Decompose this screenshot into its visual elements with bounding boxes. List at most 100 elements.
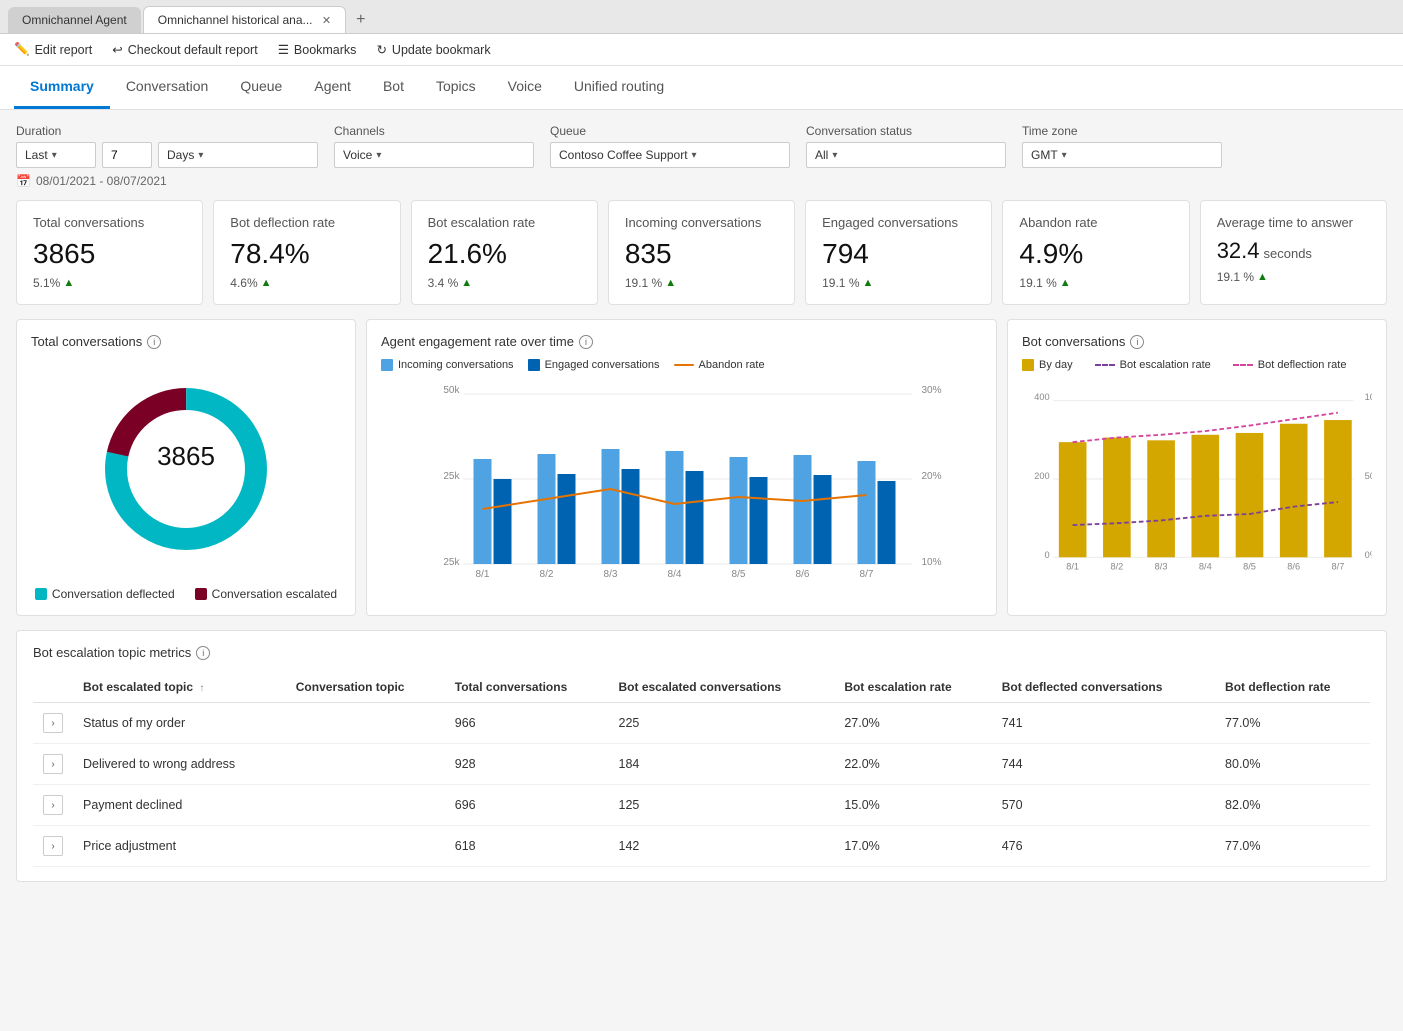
deflected-color-dot [35,588,47,600]
trend-up-icon: ▲ [1257,271,1268,283]
bookmarks-button[interactable]: ☰ Bookmarks [278,42,357,57]
th-total-conversations: Total conversations [445,672,609,703]
expand-cell: › [33,785,73,826]
topic-cell: Payment declined [73,785,286,826]
table-header-row: Bot escalated topic ↑ Conversation topic… [33,672,1370,703]
nav-tab-unified-routing[interactable]: Unified routing [558,66,680,109]
edit-report-button[interactable]: ✏️ Edit report [14,42,92,57]
table-scroll-area[interactable]: Bot escalated topic ↑ Conversation topic… [33,672,1370,867]
svg-text:8/1: 8/1 [476,569,490,579]
total-conversations-chart: Total conversations i 3865 Conversation … [16,319,356,616]
channels-select[interactable]: Voice ▾ [334,142,534,168]
add-tab-button[interactable]: + [348,7,373,33]
info-icon[interactable]: i [579,335,593,349]
checkout-default-button[interactable]: ↩ Checkout default report [112,42,257,57]
svg-text:8/3: 8/3 [604,569,618,579]
agent-engagement-svg: 50k 25k 25k 30% 20% 10% [381,379,982,579]
chevron-down-icon: ▾ [376,150,381,161]
th-bot-deflected-conversations: Bot deflected conversations [992,672,1215,703]
agent-engagement-chart: Agent engagement rate over time i Incomi… [366,319,997,616]
expand-row-button[interactable]: › [43,795,63,815]
chevron-down-icon: ▾ [198,150,203,161]
kpi-card-engaged-conversations: Engaged conversations 794 19.1 % ▲ [805,200,992,305]
date-range-display: 📅 08/01/2021 - 08/07/2021 [16,174,1387,188]
agent-chart-legend: Incoming conversations Engaged conversat… [381,359,982,371]
svg-text:8/4: 8/4 [1199,561,1212,571]
duration-value-input[interactable] [102,142,152,168]
svg-text:50k: 50k [443,385,460,396]
conv-topic-cell [286,785,445,826]
trend-up-icon: ▲ [1060,277,1071,289]
expand-row-button[interactable]: › [43,754,63,774]
kpi-card-incoming-conversations: Incoming conversations 835 19.1 % ▲ [608,200,795,305]
th-bot-escalation-rate: Bot escalation rate [834,672,991,703]
def-rate-cell: 77.0% [1215,703,1370,744]
duration-unit-select[interactable]: Days ▾ [158,142,318,168]
esc-rate-cell: 15.0% [834,785,991,826]
tab-omnichannel-historical[interactable]: Omnichannel historical ana... ✕ [143,6,346,33]
kpi-card-total-conversations: Total conversations 3865 5.1% ▲ [16,200,203,305]
chevron-down-icon: ▾ [52,150,57,161]
svg-text:8/7: 8/7 [860,569,874,579]
conv-topic-cell [286,703,445,744]
tab-omnichannel-agent[interactable]: Omnichannel Agent [8,7,141,33]
def-rate-line [1233,364,1253,366]
donut-chart-container: 3865 Conversation deflected Conversation… [31,359,341,601]
update-bookmark-button[interactable]: ↻ Update bookmark [376,42,490,57]
deflected-cell: 741 [992,703,1215,744]
table-row: › Payment declined 696 125 15.0% 570 82.… [33,785,1370,826]
expand-row-button[interactable]: › [43,713,63,733]
timezone-filter: Time zone GMT ▾ [1022,124,1222,168]
duration-prefix-select[interactable]: Last ▾ [16,142,96,168]
info-icon[interactable]: i [196,646,210,660]
topic-cell: Status of my order [73,703,286,744]
deflected-cell: 476 [992,826,1215,867]
kpi-card-bot-deflection-rate: Bot deflection rate 78.4% 4.6% ▲ [213,200,400,305]
nav-tab-bot[interactable]: Bot [367,66,420,109]
svg-text:8/3: 8/3 [1155,561,1168,571]
def-rate-cell: 80.0% [1215,744,1370,785]
trend-up-icon: ▲ [665,277,676,289]
trend-up-icon: ▲ [862,277,873,289]
svg-text:8/2: 8/2 [540,569,554,579]
expand-row-button[interactable]: › [43,836,63,856]
svg-text:25k: 25k [443,557,460,568]
queue-select[interactable]: Contoso Coffee Support ▾ [550,142,790,168]
nav-tab-voice[interactable]: Voice [492,66,558,109]
conv-status-select[interactable]: All ▾ [806,142,1006,168]
svg-text:8/7: 8/7 [1332,561,1345,571]
def-rate-cell: 77.0% [1215,826,1370,867]
th-bot-escalated-topic[interactable]: Bot escalated topic ↑ [73,672,286,703]
browser-tabs: Omnichannel Agent Omnichannel historical… [0,0,1403,34]
svg-text:8/6: 8/6 [796,569,810,579]
nav-tab-topics[interactable]: Topics [420,66,492,109]
escalated-cell: 142 [609,826,835,867]
total-cell: 966 [445,703,609,744]
timezone-select[interactable]: GMT ▾ [1022,142,1222,168]
topic-cell: Price adjustment [73,826,286,867]
svg-text:50%: 50% [1365,471,1372,481]
info-icon[interactable]: i [1130,335,1144,349]
channels-filter: Channels Voice ▾ [334,124,534,168]
svg-text:400: 400 [1034,392,1049,402]
def-rate-cell: 82.0% [1215,785,1370,826]
expand-cell: › [33,744,73,785]
toolbar: ✏️ Edit report ↩ Checkout default report… [0,34,1403,66]
svg-text:0: 0 [1045,550,1050,560]
th-conversation-topic: Conversation topic [286,672,445,703]
tab-close-icon[interactable]: ✕ [322,15,331,27]
nav-tab-conversation[interactable]: Conversation [110,66,225,109]
info-icon[interactable]: i [147,335,161,349]
total-cell: 696 [445,785,609,826]
nav-tabs: Summary Conversation Queue Agent Bot Top… [0,66,1403,110]
nav-tab-summary[interactable]: Summary [14,66,110,109]
queue-filter: Queue Contoso Coffee Support ▾ [550,124,790,168]
duration-filter: Duration Last ▾ Days ▾ [16,124,318,168]
svg-text:8/5: 8/5 [1243,561,1256,571]
refresh-icon: ↻ [376,42,386,57]
table-row: › Status of my order 966 225 27.0% 741 7… [33,703,1370,744]
svg-text:20%: 20% [922,471,942,482]
incoming-color [381,359,393,371]
nav-tab-queue[interactable]: Queue [224,66,298,109]
nav-tab-agent[interactable]: Agent [298,66,367,109]
